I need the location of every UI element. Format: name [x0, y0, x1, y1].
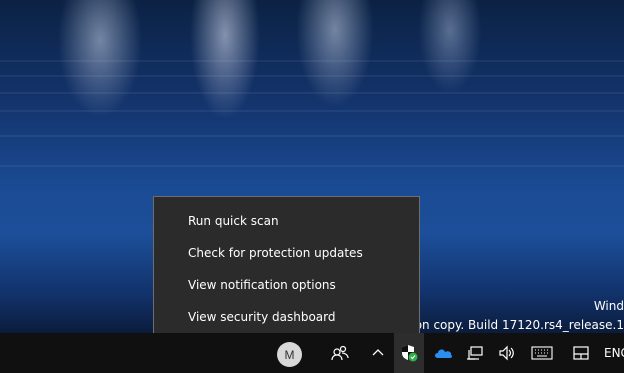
menu-item-view-security-dashboard[interactable]: View security dashboard [154, 301, 419, 333]
wallpaper-ripple [0, 92, 624, 94]
network-icon[interactable] [462, 333, 488, 373]
menu-item-view-notification-options[interactable]: View notification options [154, 269, 419, 301]
volume-icon[interactable] [494, 333, 520, 373]
security-context-menu: Run quick scan Check for protection upda… [153, 196, 420, 342]
wallpaper-ripple [0, 165, 624, 167]
activation-watermark-title: Wind [593, 299, 624, 313]
avatar[interactable]: M [277, 342, 302, 367]
wallpaper-ripple [0, 135, 624, 137]
onedrive-cloud-icon[interactable] [430, 333, 456, 373]
taskbar: M EN [0, 333, 624, 373]
windows-defender-shield-icon[interactable] [394, 333, 424, 373]
show-hidden-icons-chevron-icon[interactable] [366, 333, 390, 373]
wallpaper-ripple [0, 60, 624, 62]
people-icon[interactable] [326, 333, 354, 373]
wallpaper-ripple [0, 75, 624, 77]
menu-item-run-quick-scan[interactable]: Run quick scan [154, 205, 419, 237]
language-indicator[interactable]: ENG [604, 333, 624, 373]
touch-keyboard-icon[interactable] [527, 333, 557, 373]
menu-item-check-protection-updates[interactable]: Check for protection updates [154, 237, 419, 269]
tablet-mode-icon[interactable] [568, 333, 594, 373]
wallpaper-ripple [0, 110, 624, 112]
